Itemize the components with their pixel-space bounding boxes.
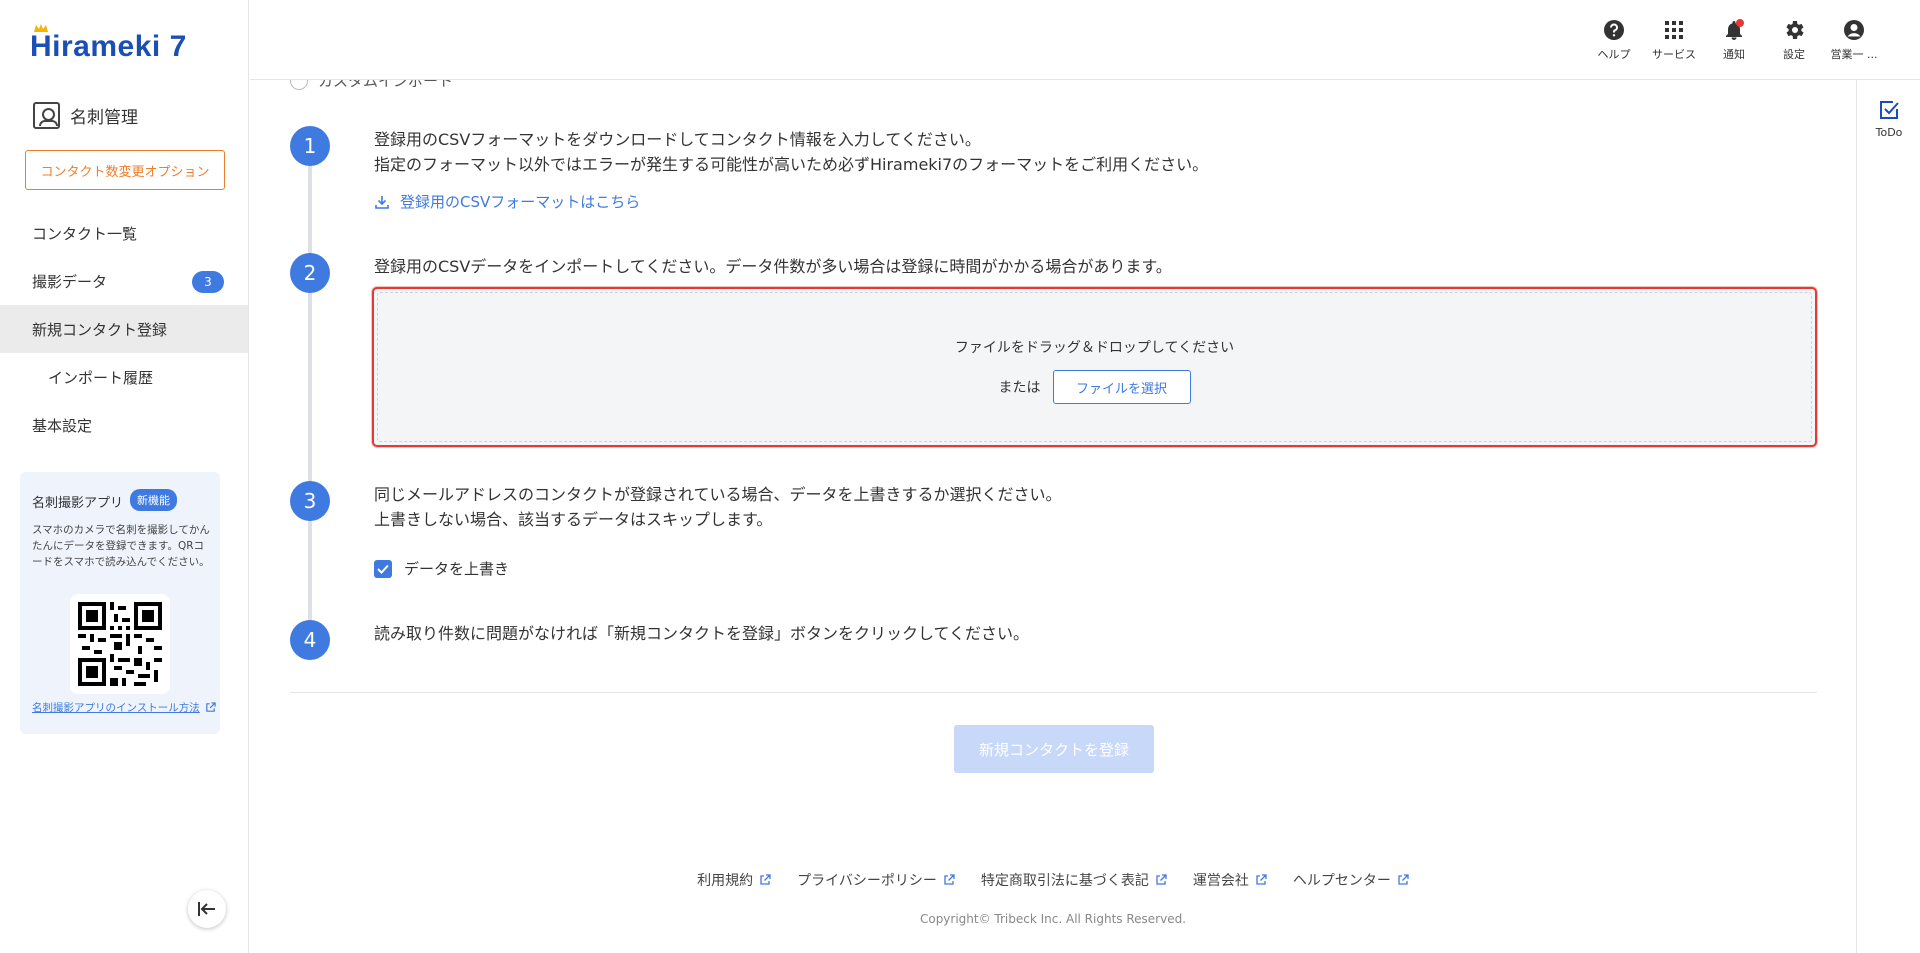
main-content: カスタムインポート 1 登録用のCSVフォーマットをダウンロードしてコンタクト情… <box>250 80 1856 953</box>
logo-text: Hirameki 7 <box>30 30 187 63</box>
section-header-business-cards: 名刺管理 <box>33 102 138 129</box>
step-3-number: 3 <box>290 481 330 521</box>
footer-link-privacy[interactable]: プライバシーポリシー <box>797 870 955 890</box>
footer-link-terms[interactable]: 利用規約 <box>697 870 771 890</box>
sidebar: Hirameki 7 名刺管理 コンタクト数変更オプション コンタクト一覧 撮影… <box>0 0 249 953</box>
sidebar-item-scan-data[interactable]: 撮影データ 3 <box>0 257 248 305</box>
external-link-icon <box>944 874 955 885</box>
header-user-label: 営業一 ... <box>1830 48 1878 61</box>
top-header: ヘルプ サービス 通知 設定 営業一 ... <box>250 0 1920 80</box>
step-3-text: 同じメールアドレスのコンタクトが登録されている場合、データを上書きするか選択くだ… <box>374 482 1062 532</box>
header-settings-label: 設定 <box>1783 48 1805 61</box>
section-title: 名刺管理 <box>70 108 138 128</box>
external-link-icon <box>760 874 771 885</box>
contact-option-button[interactable]: コンタクト数変更オプション <box>25 150 225 190</box>
csv-format-download-link[interactable]: 登録用のCSVフォーマットはこちら <box>374 191 640 212</box>
sidebar-item-contact-list[interactable]: コンタクト一覧 <box>0 209 248 257</box>
sidebar-item-label: 新規コンタクト登録 <box>32 320 168 339</box>
overwrite-checkbox-label: データを上書き <box>404 560 510 578</box>
header-services-label: サービス <box>1652 48 1696 61</box>
app-promo-description: スマホのカメラで名刺を撮影してかんたんにデータを登録できます。QRコードをスマホ… <box>32 524 210 568</box>
dropzone-or-label: または <box>998 380 1041 396</box>
sidebar-item-label: インポート履歴 <box>48 368 154 387</box>
user-icon <box>1844 20 1864 40</box>
collapse-arrow-icon <box>198 902 215 916</box>
count-badge: 3 <box>192 271 224 293</box>
new-feature-badge: 新機能 <box>130 489 177 511</box>
grid-icon <box>1665 21 1683 39</box>
dropzone-instruction: ファイルをドラッグ＆ドロップしてください <box>954 340 1235 356</box>
sidebar-item-settings[interactable]: 基本設定 <box>0 401 248 449</box>
register-new-contact-button[interactable]: 新規コンタクトを登録 <box>954 725 1154 773</box>
sidebar-item-label: コンタクト一覧 <box>32 224 138 243</box>
external-link-icon <box>1156 874 1167 885</box>
copyright: Copyright© Tribeck Inc. All Rights Reser… <box>919 912 1187 926</box>
contact-card-icon <box>33 102 60 129</box>
csv-format-download-label: 登録用のCSVフォーマットはこちら <box>400 193 641 211</box>
footer-link-label: 特定商取引法に基づく表記 <box>980 873 1149 889</box>
app-install-link-label: 名刺撮影アプリのインストール方法 <box>32 702 200 714</box>
gear-icon <box>1786 21 1804 39</box>
overwrite-checkbox-row[interactable]: データを上書き <box>374 558 509 579</box>
external-link-icon <box>206 702 216 712</box>
footer-link-label: 利用規約 <box>697 873 754 889</box>
sidebar-item-new-contact[interactable]: 新規コンタクト登録 <box>0 305 248 353</box>
footer-link-label: 運営会社 <box>1192 873 1249 889</box>
app-promo-title: 名刺撮影アプリ <box>32 496 124 511</box>
step-4-number: 4 <box>290 620 330 660</box>
right-rail: ToDo <box>1856 80 1920 953</box>
help-icon <box>1604 20 1624 40</box>
hirameki-logo[interactable]: Hirameki 7 <box>30 24 187 64</box>
external-link-icon <box>1398 874 1409 885</box>
radio-button[interactable] <box>290 80 308 90</box>
step-1-text: 登録用のCSVフォーマットをダウンロードしてコンタクト情報を入力してください。 … <box>374 127 1208 177</box>
todo-label: ToDo <box>1875 126 1903 139</box>
header-notifications[interactable]: 通知 <box>1704 18 1764 62</box>
divider <box>290 692 1817 693</box>
app-install-link[interactable]: 名刺撮影アプリのインストール方法 <box>32 700 216 715</box>
file-dropzone[interactable]: ファイルをドラッグ＆ドロップしてください または ファイルを選択 <box>372 287 1817 447</box>
step-2-number: 2 <box>290 253 330 293</box>
footer-link-label: ヘルプセンター <box>1292 873 1391 889</box>
header-settings[interactable]: 設定 <box>1764 18 1824 62</box>
dropzone-actions: または ファイルを選択 <box>374 370 1815 404</box>
external-link-icon <box>1256 874 1267 885</box>
footer-link-help-center[interactable]: ヘルプセンター <box>1293 870 1409 890</box>
step-1-line-1: 登録用のCSVフォーマットをダウンロードしてコンタクト情報を入力してください。 <box>374 130 981 149</box>
select-file-button[interactable]: ファイルを選択 <box>1052 370 1191 404</box>
step-1-number: 1 <box>290 126 330 166</box>
download-icon <box>375 195 389 209</box>
header-user-menu[interactable]: 営業一 ... <box>1824 18 1884 62</box>
todo-checkbox-icon <box>1880 101 1899 119</box>
overwrite-checkbox[interactable] <box>374 559 392 578</box>
collapse-sidebar-button[interactable] <box>188 890 226 928</box>
footer-links: 利用規約 プライバシーポリシー 特定商取引法に基づく表記 運営会社 ヘルプセンタ… <box>250 870 1856 890</box>
footer-link-company[interactable]: 運営会社 <box>1193 870 1267 890</box>
qr-code-image <box>78 602 162 686</box>
header-services[interactable]: サービス <box>1644 18 1704 62</box>
footer-link-label: プライバシーポリシー <box>797 873 937 889</box>
custom-import-label: カスタムインポート <box>318 80 454 90</box>
app-promo-box: 名刺撮影アプリ 新機能 スマホのカメラで名刺を撮影してかんたんにデータを登録でき… <box>20 472 220 734</box>
sidebar-item-label: 基本設定 <box>32 416 93 435</box>
todo-button[interactable]: ToDo <box>1857 98 1920 139</box>
header-help[interactable]: ヘルプ <box>1584 18 1644 62</box>
custom-import-radio[interactable]: カスタムインポート <box>290 80 453 91</box>
checkmark-icon <box>377 564 389 574</box>
dropzone-border <box>377 292 1812 442</box>
qr-code <box>70 594 170 694</box>
sidebar-item-label: 撮影データ <box>32 272 108 291</box>
header-notifications-label: 通知 <box>1723 48 1745 61</box>
step-1-line-2: 指定のフォーマット以外ではエラーが発生する可能性が高いため必ずHirameki7… <box>374 155 1209 174</box>
header-help-label: ヘルプ <box>1597 48 1631 61</box>
step-timeline <box>308 146 312 636</box>
bell-icon <box>1726 19 1744 40</box>
crown-icon <box>34 24 48 32</box>
step-3-line-1: 同じメールアドレスのコンタクトが登録されている場合、データを上書きするか選択くだ… <box>374 485 1062 504</box>
step-3-line-2: 上書きしない場合、該当するデータはスキップします。 <box>374 510 773 529</box>
sidebar-item-import-history[interactable]: インポート履歴 <box>0 353 248 401</box>
footer-link-commerce-law[interactable]: 特定商取引法に基づく表記 <box>981 870 1167 890</box>
step-2-text: 登録用のCSVデータをインポートしてください。データ件数が多い場合は登録に時間が… <box>374 257 1172 276</box>
step-4-text: 読み取り件数に問題がなければ「新規コンタクトを登録」ボタンをクリックしてください… <box>374 624 1030 643</box>
